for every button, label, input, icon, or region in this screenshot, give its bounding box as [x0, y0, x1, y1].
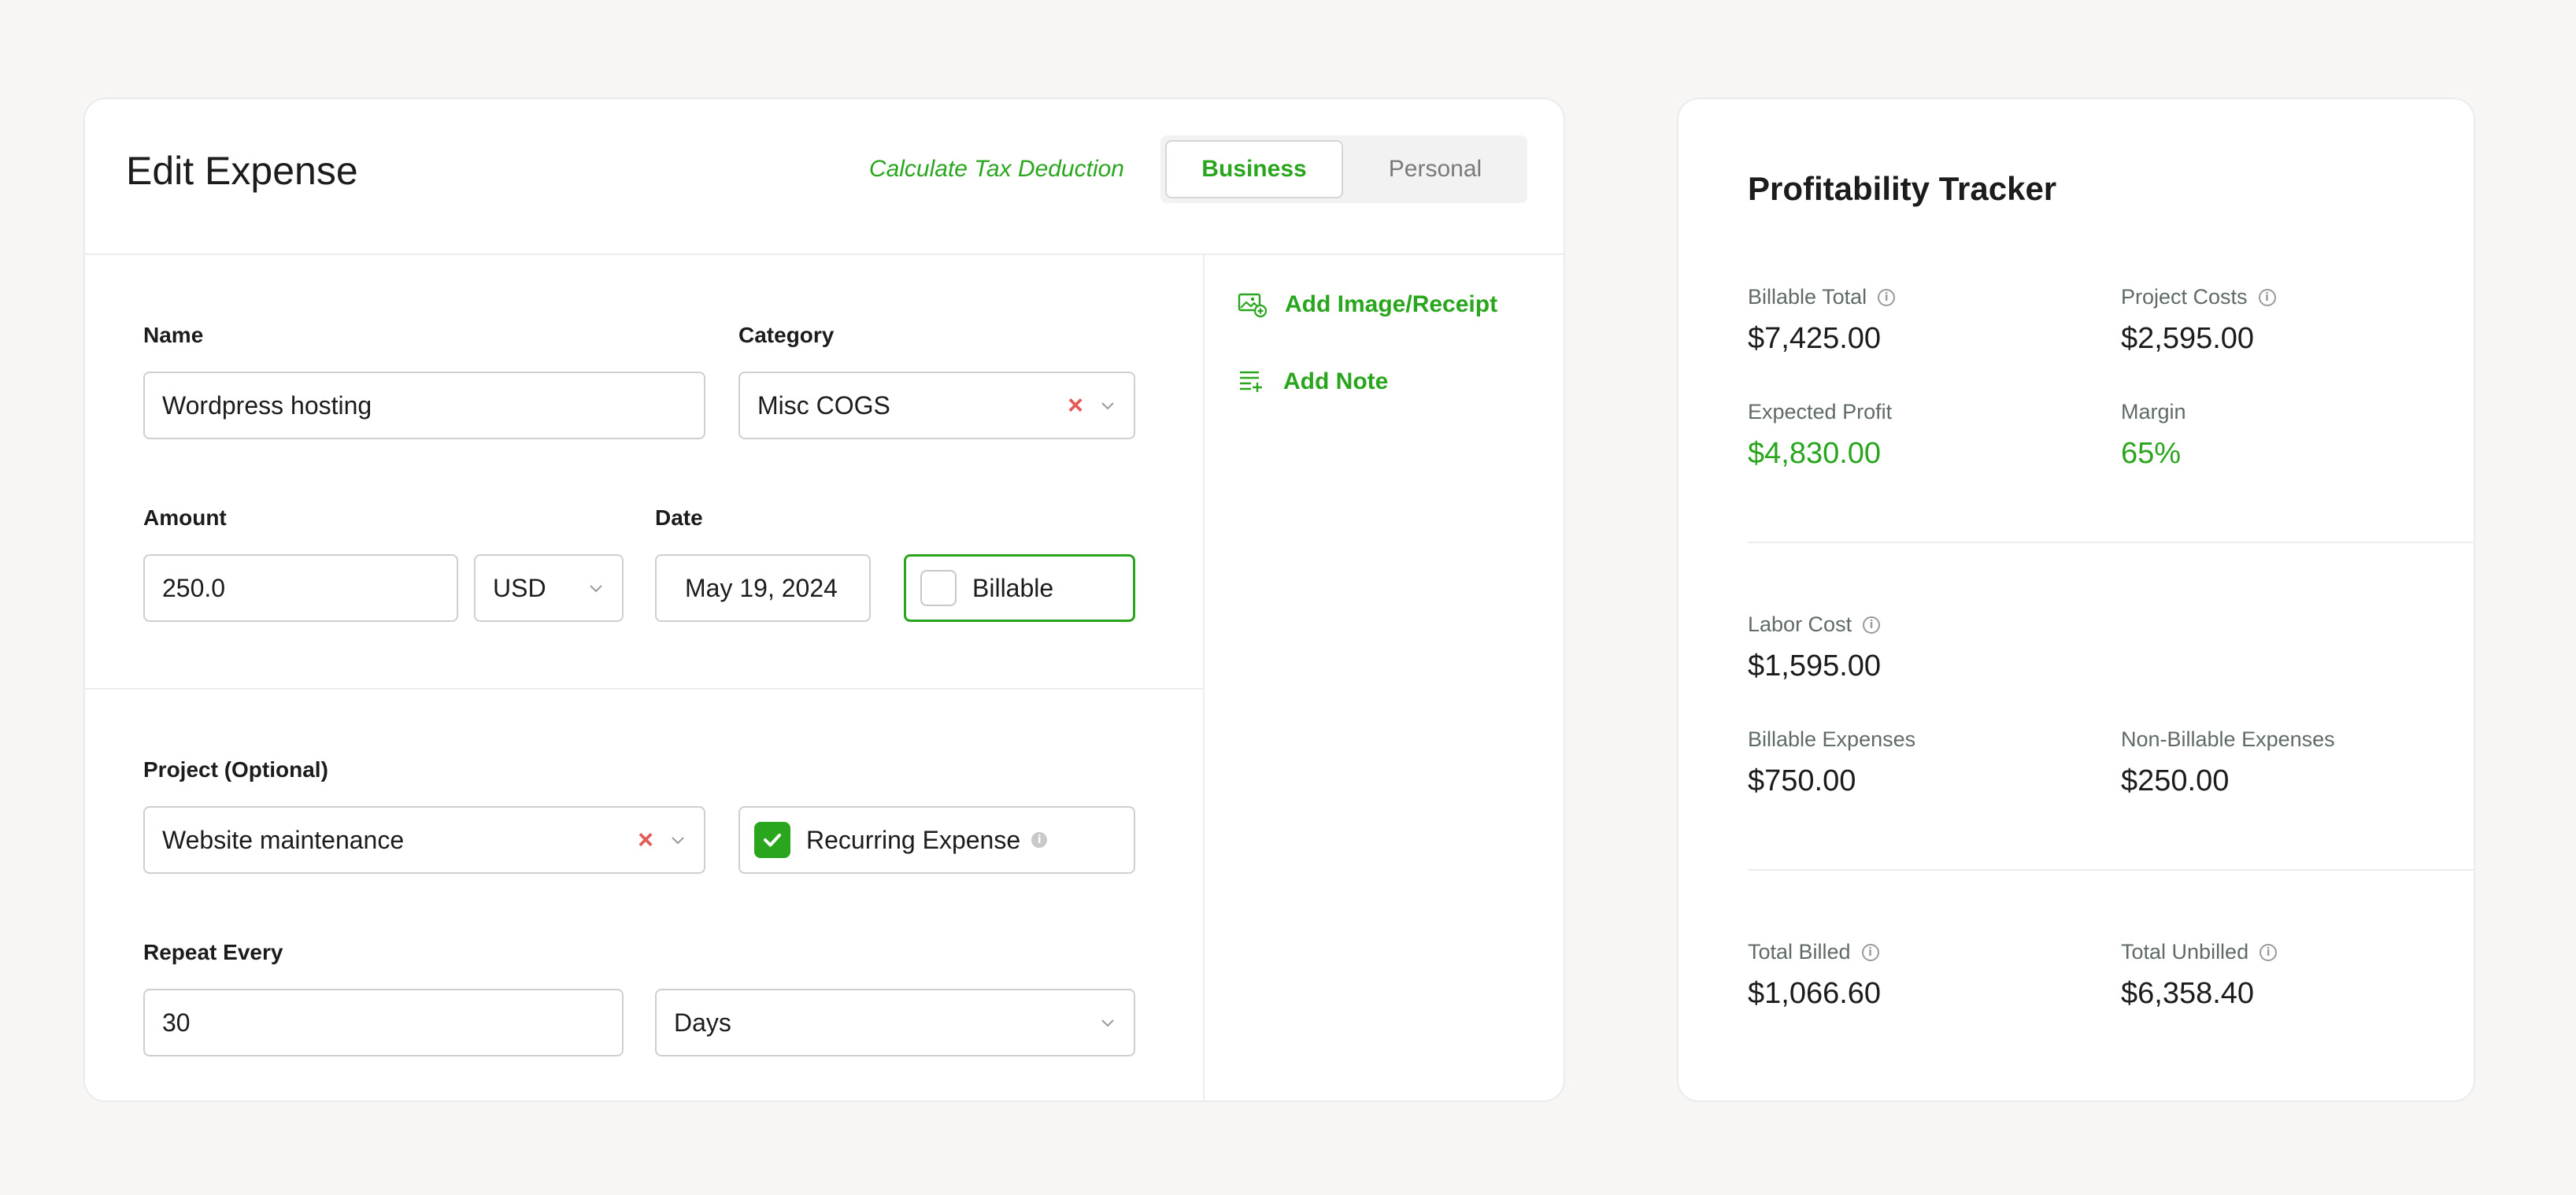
- billable-expenses-value: $750.00: [1748, 764, 1856, 797]
- chevron-down-icon: [590, 585, 602, 593]
- section-divider: [85, 688, 1203, 690]
- page-title: Edit Expense: [126, 149, 358, 193]
- category-value: Misc COGS: [757, 390, 890, 420]
- non-billable-expenses-metric: Non-Billable Expenses $250.00: [2121, 727, 2335, 798]
- chevron-down-icon: [672, 837, 684, 845]
- tracker-title: Profitability Tracker: [1748, 170, 2057, 207]
- project-costs-value: $2,595.00: [2121, 322, 2255, 355]
- add-note-label: Add Note: [1283, 368, 1389, 394]
- billable-checkbox[interactable]: [920, 570, 957, 606]
- total-billed-label: Total Billed: [1748, 940, 1851, 964]
- tracker-divider: [1748, 542, 2474, 543]
- chevron-down-icon: [1101, 402, 1114, 410]
- project-select[interactable]: Website maintenance ×: [143, 806, 705, 874]
- repeat-interval-input[interactable]: 30: [143, 989, 624, 1056]
- labor-cost-metric: Labor Cost i $1,595.00: [1748, 612, 1881, 683]
- labor-cost-value: $1,595.00: [1748, 649, 1882, 683]
- date-label: Date: [655, 505, 703, 530]
- non-billable-expenses-label: Non-Billable Expenses: [2121, 727, 2335, 751]
- billable-expenses-label: Billable Expenses: [1748, 727, 1916, 751]
- category-label: Category: [738, 323, 835, 347]
- repeat-unit-select[interactable]: Days: [655, 989, 1135, 1056]
- recurring-expense-checkbox[interactable]: [754, 822, 790, 858]
- project-label: Project (Optional): [143, 757, 328, 782]
- info-icon[interactable]: i: [1878, 288, 1896, 306]
- total-billed-value: $1,066.60: [1748, 977, 1882, 1010]
- business-toggle-button[interactable]: Business: [1165, 140, 1343, 198]
- name-label: Name: [143, 323, 204, 347]
- profitability-tracker-card: Profitability Tracker Billable Total i $7…: [1677, 98, 2475, 1102]
- name-value: Wordpress hosting: [162, 390, 372, 420]
- date-input[interactable]: May 19, 2024: [655, 554, 871, 622]
- repeat-interval-value: 30: [162, 1008, 191, 1037]
- clear-project-icon[interactable]: ×: [638, 827, 653, 853]
- margin-metric: Margin 65%: [2121, 400, 2186, 471]
- date-value: May 19, 2024: [685, 573, 838, 602]
- billable-expenses-metric: Billable Expenses $750.00: [1748, 727, 1915, 798]
- business-personal-toggle: Business Personal: [1160, 135, 1527, 203]
- recurring-expense-label: Recurring Expense: [806, 825, 1021, 854]
- name-input[interactable]: Wordpress hosting: [143, 372, 705, 439]
- add-image-receipt-button[interactable]: Add Image/Receipt: [1238, 291, 1497, 318]
- expected-profit-value: $4,830.00: [1748, 437, 1882, 470]
- chevron-down-icon: [1101, 1019, 1114, 1027]
- project-costs-metric: Project Costs i $2,595.00: [2121, 285, 2276, 356]
- info-icon[interactable]: i: [1863, 616, 1881, 634]
- non-billable-expenses-value: $250.00: [2121, 764, 2230, 797]
- total-unbilled-label: Total Unbilled: [2121, 940, 2249, 964]
- clear-category-icon[interactable]: ×: [1068, 392, 1083, 419]
- edit-expense-header: Edit Expense Calculate Tax Deduction Bus…: [85, 99, 1564, 255]
- amount-value: 250.0: [162, 573, 226, 602]
- billable-total-label: Billable Total: [1748, 285, 1867, 309]
- repeat-every-label: Repeat Every: [143, 940, 283, 964]
- recurring-expense-field[interactable]: Recurring Expense i: [738, 806, 1135, 874]
- calculate-tax-deduction-link[interactable]: Calculate Tax Deduction: [869, 156, 1124, 183]
- expected-profit-metric: Expected Profit $4,830.00: [1748, 400, 1892, 471]
- amount-label: Amount: [143, 505, 227, 530]
- total-unbilled-metric: Total Unbilled i $6,358.40: [2121, 940, 2278, 1011]
- amount-input[interactable]: 250.0: [143, 554, 458, 622]
- vertical-divider: [1203, 255, 1205, 1101]
- project-value: Website maintenance: [162, 825, 405, 854]
- expected-profit-label: Expected Profit: [1748, 400, 1893, 424]
- billable-checkbox-field[interactable]: Billable: [904, 554, 1135, 622]
- billable-label: Billable: [972, 573, 1054, 602]
- billable-total-value: $7,425.00: [1748, 322, 1882, 355]
- labor-cost-label: Labor Cost: [1748, 612, 1852, 636]
- currency-select[interactable]: USD: [474, 554, 624, 622]
- note-icon: [1240, 371, 1262, 392]
- margin-value: 65%: [2121, 437, 2182, 470]
- info-icon[interactable]: i: [1031, 832, 1048, 848]
- project-costs-label: Project Costs: [2121, 285, 2248, 309]
- total-unbilled-value: $6,358.40: [2121, 977, 2255, 1010]
- tracker-divider: [1748, 869, 2474, 871]
- info-icon[interactable]: i: [1861, 943, 1879, 961]
- billable-total-metric: Billable Total i $7,425.00: [1748, 285, 1896, 356]
- total-billed-metric: Total Billed i $1,066.60: [1748, 940, 1881, 1011]
- margin-label: Margin: [2121, 400, 2186, 424]
- repeat-unit-value: Days: [674, 1008, 731, 1037]
- category-select[interactable]: Misc COGS ×: [738, 372, 1135, 439]
- add-note-button[interactable]: Add Note: [1238, 368, 1388, 395]
- currency-value: USD: [493, 573, 546, 602]
- personal-toggle-button[interactable]: Personal: [1346, 140, 1524, 198]
- checkmark-icon: [764, 834, 781, 847]
- image-add-icon: [1238, 293, 1268, 318]
- info-icon[interactable]: i: [2260, 943, 2278, 961]
- info-icon[interactable]: i: [2258, 288, 2276, 306]
- add-image-receipt-label: Add Image/Receipt: [1285, 291, 1498, 317]
- edit-expense-card: Edit Expense Calculate Tax Deduction Bus…: [83, 98, 1565, 1102]
